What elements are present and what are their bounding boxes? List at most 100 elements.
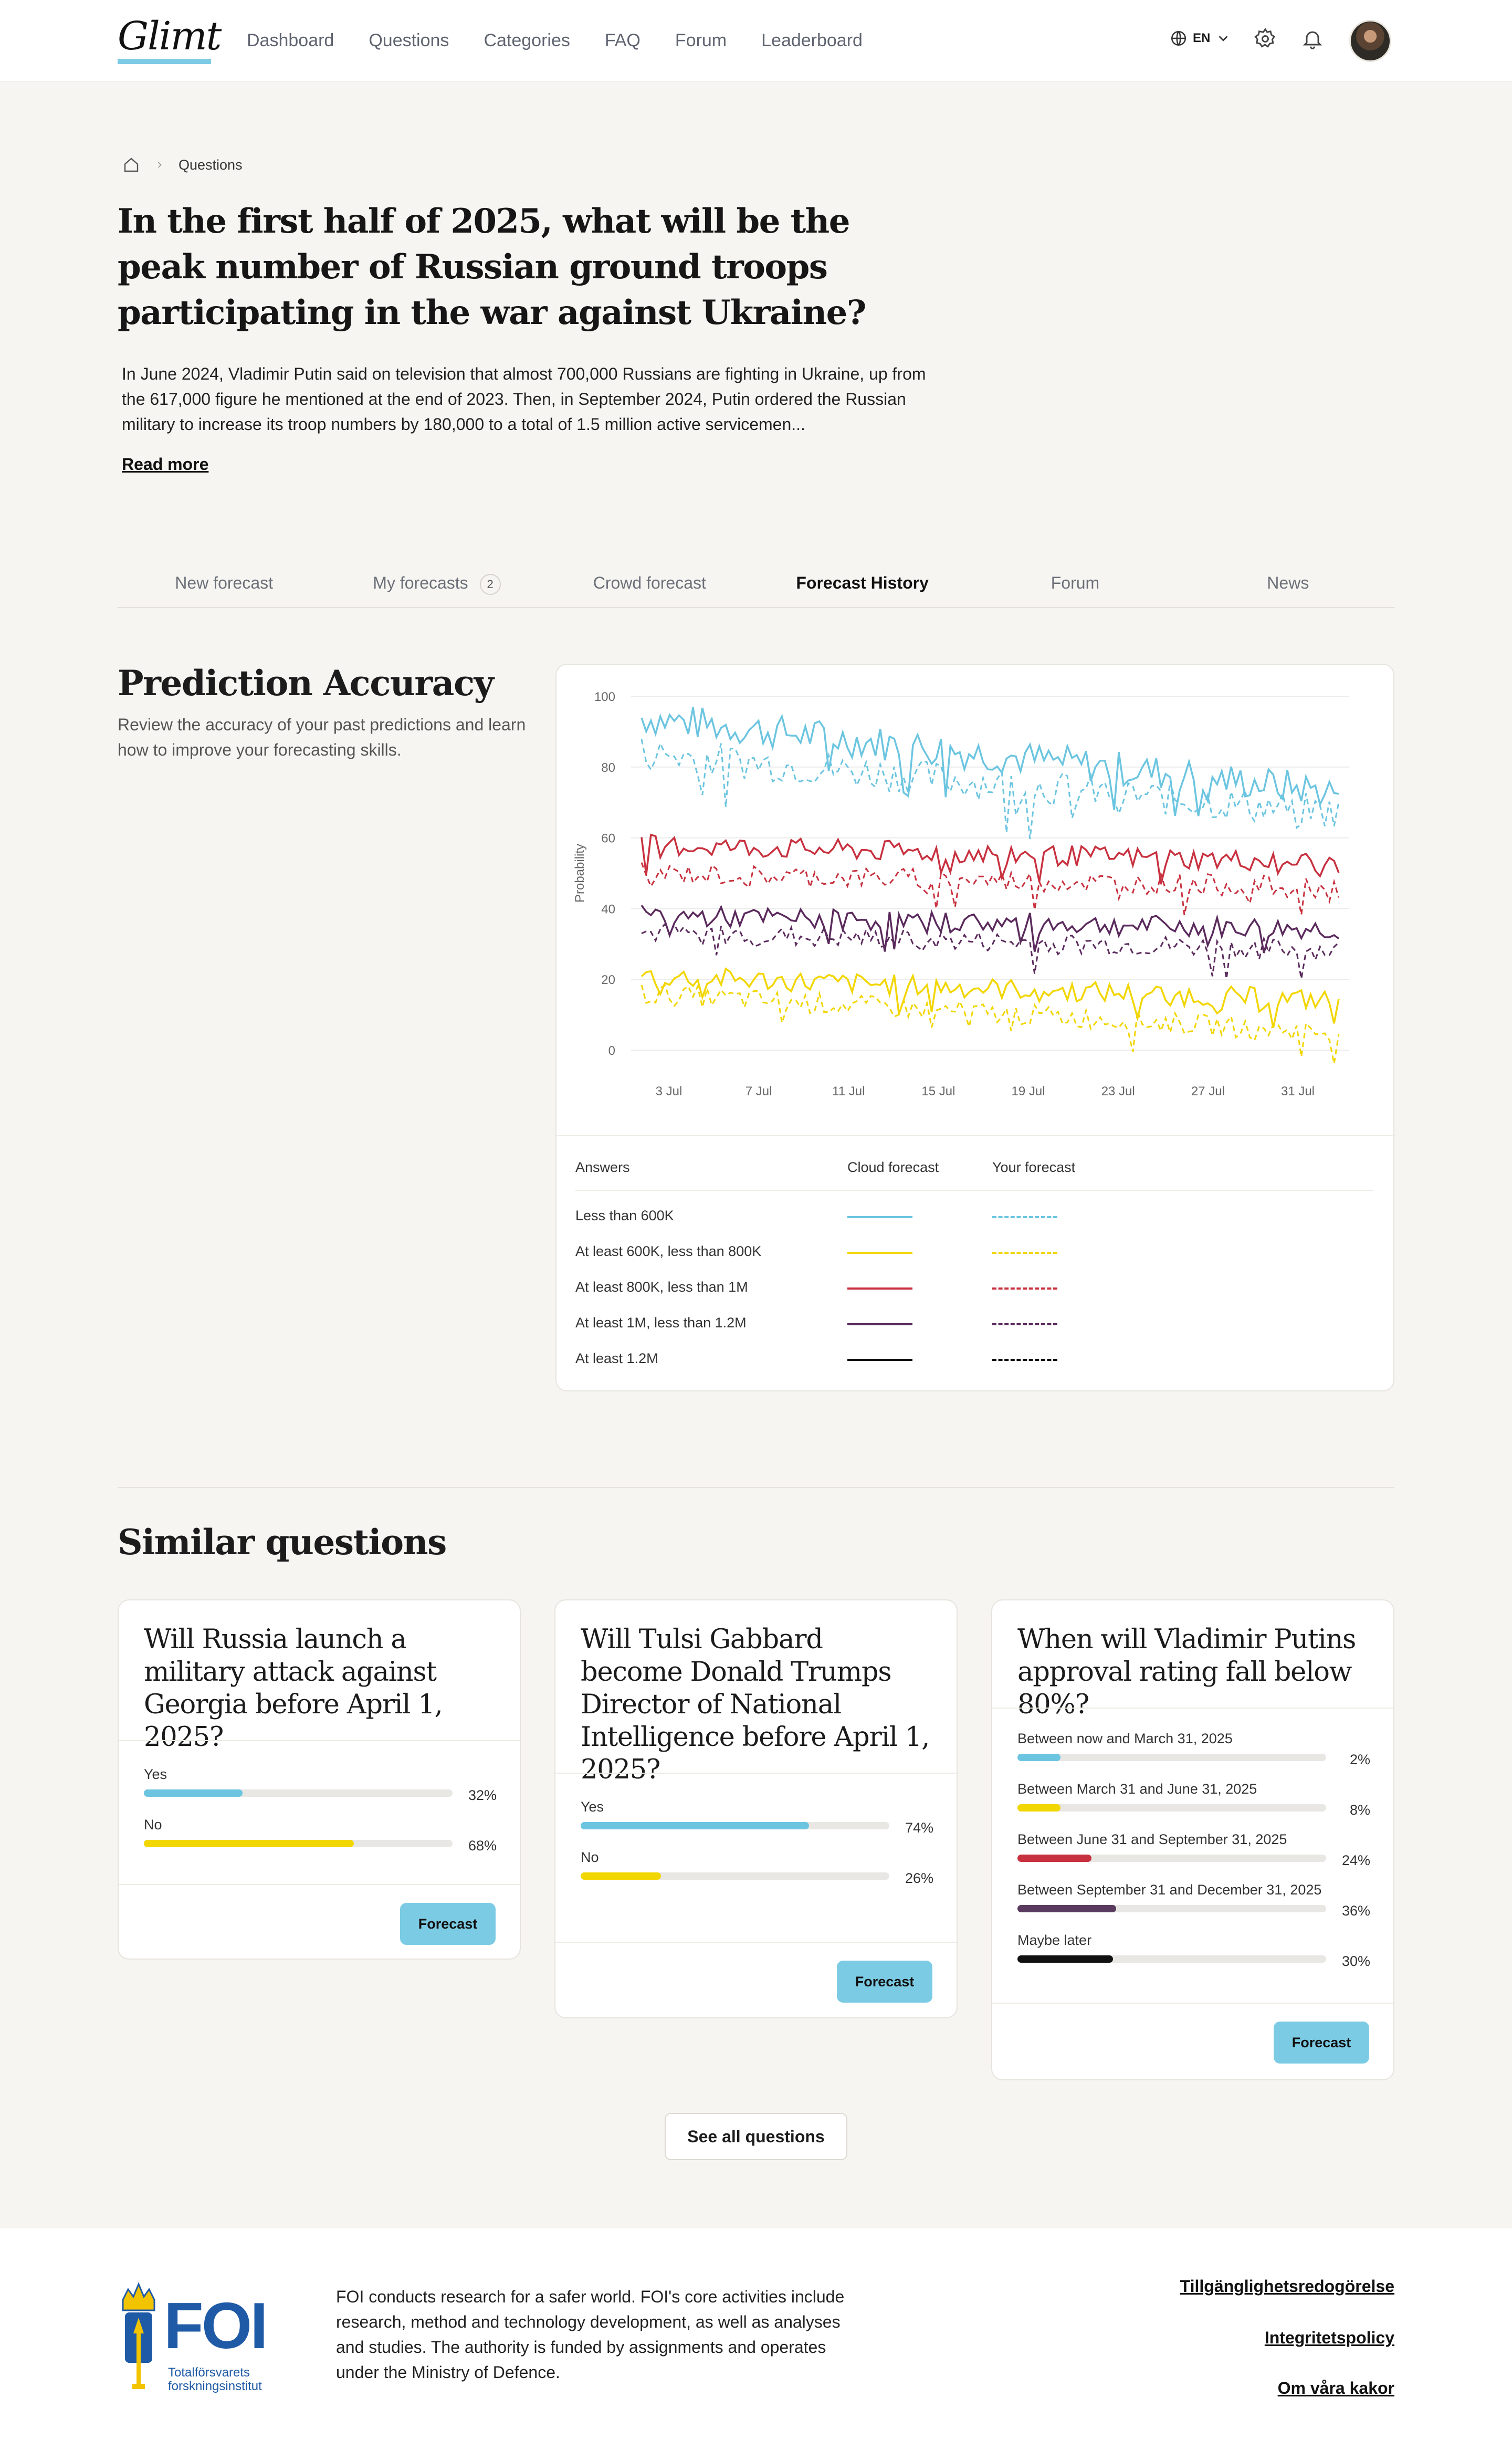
probability-bar-fill — [1017, 1754, 1061, 1761]
question-card[interactable]: When will Vladimir Putins approval ratin… — [991, 1599, 1394, 2080]
your-forecast-line — [641, 923, 1340, 979]
bell-icon[interactable] — [1301, 27, 1324, 50]
answer-option[interactable]: Yes 32% — [144, 1766, 497, 1803]
tab-new-forecast[interactable]: New forecast — [118, 571, 330, 607]
legend-cloud-swatch — [847, 1287, 912, 1290]
cloud-forecast-line — [640, 905, 1340, 954]
home-icon[interactable] — [122, 155, 141, 174]
your-forecast-line — [640, 862, 1340, 915]
probability-bar — [1017, 1855, 1326, 1862]
question-card-title[interactable]: Will Tulsi Gabbard become Donald Trumps … — [555, 1600, 957, 1786]
legend-your-swatch — [992, 1252, 1057, 1254]
cloud-forecast-line — [640, 707, 1339, 816]
chevron-down-icon — [1219, 36, 1228, 41]
answer-option[interactable]: Between June 31 and September 31, 2025 24… — [1017, 1831, 1370, 1868]
legend-header-answers: Answers — [575, 1159, 630, 1175]
tab-forecast-history[interactable]: Forecast History — [756, 571, 969, 607]
forecast-history-chart: 0 20 40 60 80 100 Probability 3 Jul 7 Jul 11 Jul 1… — [573, 690, 1349, 1098]
your-forecast-line — [640, 984, 1340, 1064]
cloud-forecast-line — [640, 967, 1340, 1028]
tab-label: News — [1267, 573, 1309, 592]
y-tick-label: 80 — [601, 761, 615, 775]
question-card-title[interactable]: Will Russia launch a military attack aga… — [119, 1600, 520, 1754]
footer-link-privacy[interactable]: Integritetspolicy — [1265, 2328, 1394, 2348]
accuracy-title: Prediction Accuracy — [118, 663, 494, 704]
footer-link-cookies[interactable]: Om våra kakor — [1278, 2379, 1394, 2398]
tab-label: My forecasts — [373, 573, 468, 592]
answer-option[interactable]: Maybe later 30% — [1017, 1932, 1370, 1969]
legend-answer-label: At least 1M, less than 1.2M — [575, 1315, 747, 1331]
chart-legend: Answers Cloud forecast Your forecast Les… — [556, 1135, 1395, 1366]
probability-bar — [1017, 1804, 1326, 1812]
y-tick-label: 40 — [601, 902, 615, 916]
tab-crowd-forecast[interactable]: Crowd forecast — [543, 571, 756, 607]
probability-bar — [581, 1872, 889, 1880]
answer-option[interactable]: No 26% — [581, 1849, 933, 1886]
nav-leaderboard[interactable]: Leaderboard — [761, 30, 863, 51]
glimt-logo[interactable]: Glimt — [118, 14, 222, 59]
accuracy-description: Review the accuracy of your past predict… — [118, 715, 526, 759]
answer-label: Yes — [581, 1799, 604, 1815]
probability-bar-fill — [1017, 1955, 1114, 1963]
legend-cloud-swatch — [847, 1359, 912, 1361]
main-nav: Dashboard Questions Categories FAQ Forum… — [247, 30, 897, 51]
answer-percent: 24% — [1341, 1852, 1370, 1868]
top-navbar: Glimt Dashboard Questions Categories FAQ… — [0, 0, 1512, 82]
tab-news[interactable]: News — [1182, 571, 1394, 607]
footer: FOI Totalförsvarets forskningsinstitut F… — [0, 2228, 1512, 2450]
question-tabs: New forecast My forecasts 2 Crowd forecas… — [118, 571, 1394, 608]
read-more-link[interactable]: Read more — [122, 455, 208, 474]
card-divider — [992, 1708, 1393, 1709]
answer-option[interactable]: Between now and March 31, 2025 2% — [1017, 1731, 1370, 1767]
tab-forum[interactable]: Forum — [969, 571, 1181, 607]
footer-link-accessibility[interactable]: Tillgänglighetsredogörelse — [1180, 2277, 1394, 2296]
legend-your-swatch — [992, 1216, 1057, 1218]
see-all-questions-button[interactable]: See all questions — [665, 2113, 847, 2160]
foi-logo[interactable]: FOI Totalförsvarets forskningsinstitut — [118, 2279, 291, 2400]
forecast-button[interactable]: Forecast — [400, 1903, 496, 1945]
answer-option[interactable]: Between March 31 and June 31, 2025 8% — [1017, 1781, 1370, 1818]
tab-my-forecasts[interactable]: My forecasts 2 — [330, 571, 543, 607]
tab-label: New forecast — [175, 573, 274, 592]
nav-categories[interactable]: Categories — [484, 30, 570, 51]
legend-cloud-swatch — [847, 1252, 912, 1254]
answer-option[interactable]: Between September 31 and December 31, 20… — [1017, 1882, 1370, 1919]
nav-questions[interactable]: Questions — [369, 30, 449, 51]
x-tick-label: 23 Jul — [1101, 1084, 1135, 1098]
foi-logo-subtitle: Totalförsvarets forskningsinstitut — [168, 2365, 262, 2393]
gear-icon[interactable] — [1254, 27, 1277, 50]
question-card[interactable]: Will Russia launch a military attack aga… — [118, 1599, 521, 1960]
answer-option[interactable]: Yes 74% — [581, 1799, 933, 1836]
language-selector[interactable]: EN — [1170, 29, 1231, 47]
answer-label: Between September 31 and December 31, 20… — [1017, 1882, 1322, 1898]
card-divider — [992, 2003, 1393, 2004]
legend-cloud-swatch — [847, 1216, 912, 1218]
tab-label: Forum — [1051, 573, 1100, 592]
section-divider — [118, 1487, 1394, 1488]
legend-cloud-swatch — [847, 1323, 912, 1325]
probability-bar-fill — [144, 1789, 243, 1797]
breadcrumb-current[interactable]: Questions — [178, 157, 243, 173]
answer-option[interactable]: No 68% — [144, 1817, 497, 1854]
tab-label: Forecast History — [796, 573, 929, 592]
forecast-button[interactable]: Forecast — [837, 1961, 932, 2003]
answer-percent: 8% — [1349, 1802, 1370, 1818]
nav-dashboard[interactable]: Dashboard — [247, 30, 334, 51]
probability-bar-fill — [1017, 1905, 1117, 1912]
probability-bar-fill — [581, 1872, 661, 1880]
similar-questions-title: Similar questions — [118, 1522, 447, 1563]
question-card[interactable]: Will Tulsi Gabbard become Donald Trumps … — [554, 1599, 958, 2018]
forecast-button[interactable]: Forecast — [1274, 2022, 1369, 2064]
question-intro: In June 2024, Vladimir Putin said on tel… — [122, 364, 926, 434]
avatar[interactable] — [1349, 20, 1391, 62]
probability-bar — [1017, 1955, 1326, 1963]
nav-faq[interactable]: FAQ — [605, 30, 640, 51]
cloud-forecast-line — [640, 833, 1340, 885]
nav-forum[interactable]: Forum — [675, 30, 727, 51]
forecast-history-chart-card: 0 20 40 60 80 100 Probability 3 Jul 7 Jul 11 Jul 1… — [555, 664, 1395, 1391]
probability-bar — [581, 1822, 889, 1829]
question-card-title[interactable]: When will Vladimir Putins approval ratin… — [992, 1600, 1393, 1721]
x-tick-label: 19 Jul — [1012, 1084, 1045, 1098]
card-divider — [119, 1884, 520, 1885]
language-code: EN — [1193, 31, 1211, 45]
